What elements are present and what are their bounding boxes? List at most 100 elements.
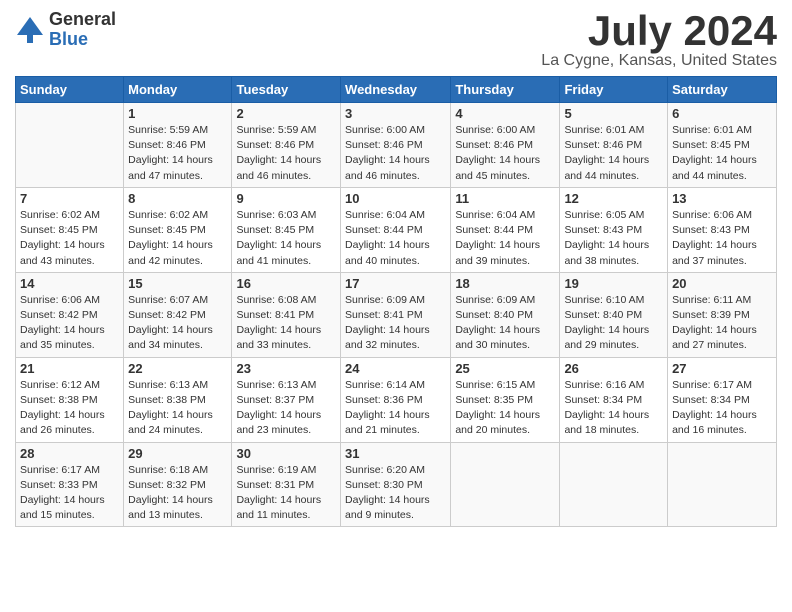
- day-number: 29: [128, 446, 227, 461]
- weekday-header: Saturday: [668, 77, 777, 103]
- day-number: 10: [345, 191, 446, 206]
- day-number: 16: [236, 276, 336, 291]
- day-info: Sunrise: 6:00 AM Sunset: 8:46 PM Dayligh…: [345, 123, 446, 184]
- day-info: Sunrise: 6:20 AM Sunset: 8:30 PM Dayligh…: [345, 463, 446, 524]
- day-info: Sunrise: 6:06 AM Sunset: 8:43 PM Dayligh…: [672, 208, 772, 269]
- day-number: 17: [345, 276, 446, 291]
- title-area: July 2024 La Cygne, Kansas, United State…: [541, 10, 777, 70]
- day-info: Sunrise: 6:05 AM Sunset: 8:43 PM Dayligh…: [564, 208, 663, 269]
- calendar-cell: 26 Sunrise: 6:16 AM Sunset: 8:34 PM Dayli…: [560, 357, 668, 442]
- day-info: Sunrise: 6:09 AM Sunset: 8:41 PM Dayligh…: [345, 293, 446, 354]
- day-number: 2: [236, 106, 336, 121]
- day-number: 19: [564, 276, 663, 291]
- day-info: Sunrise: 6:04 AM Sunset: 8:44 PM Dayligh…: [345, 208, 446, 269]
- calendar-week-row: 21 Sunrise: 6:12 AM Sunset: 8:38 PM Dayli…: [16, 357, 777, 442]
- calendar-cell: 21 Sunrise: 6:12 AM Sunset: 8:38 PM Dayli…: [16, 357, 124, 442]
- calendar-cell: 29 Sunrise: 6:18 AM Sunset: 8:32 PM Dayli…: [124, 442, 232, 527]
- day-number: 25: [455, 361, 555, 376]
- calendar-week-row: 28Sunrise: 6:17 AM Sunset: 8:33 PM Dayli…: [16, 442, 777, 527]
- calendar-cell: 7 Sunrise: 6:02 AM Sunset: 8:45 PM Daylig…: [16, 187, 124, 272]
- weekday-header: Tuesday: [232, 77, 341, 103]
- day-info: Sunrise: 6:18 AM Sunset: 8:32 PM Dayligh…: [128, 463, 227, 524]
- logo-blue-text: Blue: [49, 30, 116, 50]
- calendar-cell: 9Sunrise: 6:03 AM Sunset: 8:45 PM Daylig…: [232, 187, 341, 272]
- logo-text: General Blue: [49, 10, 116, 50]
- day-number: 26: [564, 361, 663, 376]
- calendar-cell: 12 Sunrise: 6:05 AM Sunset: 8:43 PM Dayli…: [560, 187, 668, 272]
- day-info: Sunrise: 6:00 AM Sunset: 8:46 PM Dayligh…: [455, 123, 555, 184]
- calendar-cell: 30 Sunrise: 6:19 AM Sunset: 8:31 PM Dayli…: [232, 442, 341, 527]
- day-info: Sunrise: 6:06 AM Sunset: 8:42 PM Dayligh…: [20, 293, 119, 354]
- calendar-cell: 10 Sunrise: 6:04 AM Sunset: 8:44 PM Dayli…: [341, 187, 451, 272]
- calendar-cell: 4 Sunrise: 6:00 AM Sunset: 8:46 PM Daylig…: [451, 103, 560, 188]
- day-number: 13: [672, 191, 772, 206]
- header: General Blue July 2024 La Cygne, Kansas,…: [15, 10, 777, 70]
- day-number: 8: [128, 191, 227, 206]
- weekday-header: Friday: [560, 77, 668, 103]
- calendar-cell: [451, 442, 560, 527]
- day-number: 1: [128, 106, 227, 121]
- day-number: 23: [236, 361, 336, 376]
- day-number: 12: [564, 191, 663, 206]
- day-info: Sunrise: 6:17 AM Sunset: 8:33 PM Dayligh…: [20, 463, 119, 524]
- calendar-cell: 11Sunrise: 6:04 AM Sunset: 8:44 PM Dayli…: [451, 187, 560, 272]
- day-info: Sunrise: 6:01 AM Sunset: 8:46 PM Dayligh…: [564, 123, 663, 184]
- month-title: July 2024: [541, 10, 777, 52]
- day-info: Sunrise: 6:02 AM Sunset: 8:45 PM Dayligh…: [20, 208, 119, 269]
- weekday-header: Wednesday: [341, 77, 451, 103]
- day-info: Sunrise: 5:59 AM Sunset: 8:46 PM Dayligh…: [236, 123, 336, 184]
- day-info: Sunrise: 6:08 AM Sunset: 8:41 PM Dayligh…: [236, 293, 336, 354]
- calendar-cell: 31 Sunrise: 6:20 AM Sunset: 8:30 PM Dayli…: [341, 442, 451, 527]
- day-info: Sunrise: 6:01 AM Sunset: 8:45 PM Dayligh…: [672, 123, 772, 184]
- location-title: La Cygne, Kansas, United States: [541, 52, 777, 70]
- weekday-header: Thursday: [451, 77, 560, 103]
- day-number: 15: [128, 276, 227, 291]
- day-info: Sunrise: 6:17 AM Sunset: 8:34 PM Dayligh…: [672, 378, 772, 439]
- calendar-header-row: SundayMondayTuesdayWednesdayThursdayFrid…: [16, 77, 777, 103]
- calendar-cell: 23 Sunrise: 6:13 AM Sunset: 8:37 PM Dayli…: [232, 357, 341, 442]
- day-info: Sunrise: 6:16 AM Sunset: 8:34 PM Dayligh…: [564, 378, 663, 439]
- day-info: Sunrise: 6:02 AM Sunset: 8:45 PM Dayligh…: [128, 208, 227, 269]
- calendar-cell: 2 Sunrise: 5:59 AM Sunset: 8:46 PM Daylig…: [232, 103, 341, 188]
- day-number: 6: [672, 106, 772, 121]
- calendar: SundayMondayTuesdayWednesdayThursdayFrid…: [15, 76, 777, 527]
- weekday-header: Sunday: [16, 77, 124, 103]
- day-info: Sunrise: 6:14 AM Sunset: 8:36 PM Dayligh…: [345, 378, 446, 439]
- calendar-cell: 5Sunrise: 6:01 AM Sunset: 8:46 PM Daylig…: [560, 103, 668, 188]
- calendar-week-row: 7 Sunrise: 6:02 AM Sunset: 8:45 PM Daylig…: [16, 187, 777, 272]
- day-info: Sunrise: 6:11 AM Sunset: 8:39 PM Dayligh…: [672, 293, 772, 354]
- day-number: 20: [672, 276, 772, 291]
- calendar-cell: 13 Sunrise: 6:06 AM Sunset: 8:43 PM Dayli…: [668, 187, 777, 272]
- logo: General Blue: [15, 10, 116, 50]
- day-info: Sunrise: 6:15 AM Sunset: 8:35 PM Dayligh…: [455, 378, 555, 439]
- day-number: 31: [345, 446, 446, 461]
- calendar-cell: 27Sunrise: 6:17 AM Sunset: 8:34 PM Dayli…: [668, 357, 777, 442]
- calendar-cell: 8 Sunrise: 6:02 AM Sunset: 8:45 PM Daylig…: [124, 187, 232, 272]
- calendar-week-row: 1 Sunrise: 5:59 AM Sunset: 8:46 PM Daylig…: [16, 103, 777, 188]
- calendar-cell: 18Sunrise: 6:09 AM Sunset: 8:40 PM Dayli…: [451, 272, 560, 357]
- weekday-header: Monday: [124, 77, 232, 103]
- calendar-cell: 14 Sunrise: 6:06 AM Sunset: 8:42 PM Dayli…: [16, 272, 124, 357]
- day-number: 4: [455, 106, 555, 121]
- day-info: Sunrise: 6:04 AM Sunset: 8:44 PM Dayligh…: [455, 208, 555, 269]
- calendar-cell: 24Sunrise: 6:14 AM Sunset: 8:36 PM Dayli…: [341, 357, 451, 442]
- calendar-week-row: 14 Sunrise: 6:06 AM Sunset: 8:42 PM Dayli…: [16, 272, 777, 357]
- day-number: 30: [236, 446, 336, 461]
- calendar-cell: 22Sunrise: 6:13 AM Sunset: 8:38 PM Dayli…: [124, 357, 232, 442]
- calendar-cell: 20 Sunrise: 6:11 AM Sunset: 8:39 PM Dayli…: [668, 272, 777, 357]
- calendar-cell: 3 Sunrise: 6:00 AM Sunset: 8:46 PM Daylig…: [341, 103, 451, 188]
- day-number: 3: [345, 106, 446, 121]
- calendar-cell: [16, 103, 124, 188]
- day-info: Sunrise: 6:12 AM Sunset: 8:38 PM Dayligh…: [20, 378, 119, 439]
- day-info: Sunrise: 5:59 AM Sunset: 8:46 PM Dayligh…: [128, 123, 227, 184]
- day-number: 7: [20, 191, 119, 206]
- calendar-cell: 16 Sunrise: 6:08 AM Sunset: 8:41 PM Dayli…: [232, 272, 341, 357]
- day-number: 21: [20, 361, 119, 376]
- calendar-cell: [560, 442, 668, 527]
- day-info: Sunrise: 6:19 AM Sunset: 8:31 PM Dayligh…: [236, 463, 336, 524]
- day-info: Sunrise: 6:13 AM Sunset: 8:37 PM Dayligh…: [236, 378, 336, 439]
- day-info: Sunrise: 6:07 AM Sunset: 8:42 PM Dayligh…: [128, 293, 227, 354]
- calendar-cell: 1 Sunrise: 5:59 AM Sunset: 8:46 PM Daylig…: [124, 103, 232, 188]
- calendar-cell: 25 Sunrise: 6:15 AM Sunset: 8:35 PM Dayli…: [451, 357, 560, 442]
- day-number: 14: [20, 276, 119, 291]
